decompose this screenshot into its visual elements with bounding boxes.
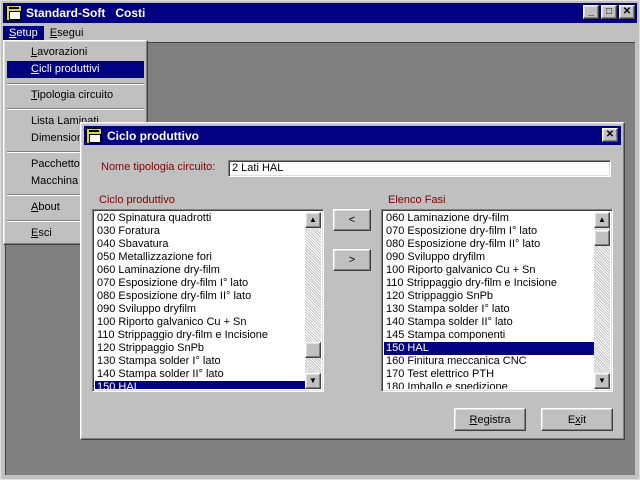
fasi-list-item[interactable]: 130 Stampa solder I° lato (384, 303, 594, 316)
fasi-list-item[interactable]: 100 Riporto galvanico Cu + Sn (384, 264, 594, 277)
scroll-down-icon[interactable]: ▼ (594, 373, 610, 389)
ciclo-list-item[interactable]: 150 HAL (95, 381, 305, 389)
fasi-list-item[interactable]: 150 HAL (384, 342, 594, 355)
ciclo-list-item[interactable]: 110 Strippaggio dry-film e Incisione (95, 329, 305, 342)
remove-phase-button[interactable]: > (333, 249, 371, 271)
elenco-fasi-header: Elenco Fasi (388, 194, 446, 206)
menu-separator (7, 83, 144, 85)
ciclo-list-item[interactable]: 020 Spinatura quadrotti (95, 212, 305, 225)
ciclo-list-item[interactable]: 070 Esposizione dry-film I° lato (95, 277, 305, 290)
menu-item-cicli-produttivi[interactable]: Cicli produttivi (7, 61, 144, 78)
fasi-list-item[interactable]: 120 Strippaggio SnPb (384, 290, 594, 303)
dialog-titlebar[interactable]: Ciclo produttivo ✕ (84, 126, 621, 145)
right-scrollbar[interactable]: ▲ ▼ (594, 212, 610, 389)
minimize-button[interactable]: _ (583, 5, 599, 19)
close-button[interactable]: ✕ (619, 5, 635, 19)
fasi-list-item[interactable]: 180 Imballo e spedizione (384, 381, 594, 389)
ciclo-list-item[interactable]: 130 Stampa solder I° lato (95, 355, 305, 368)
ciclo-list-item[interactable]: 030 Foratura (95, 225, 305, 238)
ciclo-list-item[interactable]: 080 Esposizione dry-film II° lato (95, 290, 305, 303)
menu-setup[interactable]: Setup (3, 25, 44, 40)
exit-button[interactable]: Ex it (541, 408, 613, 431)
nome-tipologia-label: Nome tipologia circuito: (101, 161, 216, 173)
ciclo-list-item[interactable]: 060 Laminazione dry-film (95, 264, 305, 277)
menu-separator (7, 108, 144, 110)
ciclo-list-item[interactable]: 050 Metallizzazione fori (95, 251, 305, 264)
fasi-list-item[interactable]: 090 Sviluppo dryfilm (384, 251, 594, 264)
scroll-up-icon[interactable]: ▲ (305, 212, 321, 228)
fasi-list-item[interactable]: 140 Stampa solder II° lato (384, 316, 594, 329)
ciclo-list-item[interactable]: 100 Riporto galvanico Cu + Sn (95, 316, 305, 329)
ciclo-list-item[interactable]: 140 Stampa solder II° lato (95, 368, 305, 381)
menu-esegui[interactable]: Esegui (44, 26, 90, 40)
main-titlebar[interactable]: Standard-Soft Costi _ □ ✕ (3, 3, 637, 23)
maximize-button[interactable]: □ (601, 5, 617, 19)
fasi-list-item[interactable]: 070 Esposizione dry-film I° lato (384, 225, 594, 238)
fasi-list-item[interactable]: 160 Finitura meccanica CNC (384, 355, 594, 368)
ciclo-produttivo-list[interactable]: 020 Spinatura quadrotti 030 Foratura 040 S… (92, 209, 324, 392)
elenco-fasi-list[interactable]: 060 Laminazione dry-film 070 Esposizione … (381, 209, 613, 392)
nome-tipologia-input[interactable]: 2 Lati HAL (228, 160, 611, 177)
registra-button[interactable]: Registra (454, 408, 526, 431)
ciclo-list-item[interactable]: 090 Sviluppo dryfilm (95, 303, 305, 316)
fasi-list-item[interactable]: 060 Laminazione dry-film (384, 212, 594, 225)
scroll-thumb[interactable] (594, 230, 610, 246)
fasi-list-item[interactable]: 170 Test elettrico PTH (384, 368, 594, 381)
menu-item-tipologia-circuito[interactable]: Tipologia circuito (7, 87, 144, 104)
scroll-up-icon[interactable]: ▲ (594, 212, 610, 228)
app-icon (6, 5, 22, 21)
menu-item-lavorazioni[interactable]: Lavorazioni (7, 44, 144, 61)
dialog-title: Ciclo produttivo (107, 128, 199, 143)
ciclo-list-item[interactable]: 040 Sbavatura (95, 238, 305, 251)
fasi-list-item[interactable]: 080 Esposizione dry-film II° lato (384, 238, 594, 251)
fasi-list-item[interactable]: 110 Strippaggio dry-film e Incisione (384, 277, 594, 290)
fasi-list-item[interactable]: 145 Stampa componenti (384, 329, 594, 342)
ciclo-list-item[interactable]: 120 Strippaggio SnPb (95, 342, 305, 355)
dialog-close-button[interactable]: ✕ (602, 128, 618, 142)
left-scrollbar[interactable]: ▲ ▼ (305, 212, 321, 389)
ciclo-produttivo-header: Ciclo produttivo (99, 194, 175, 206)
scroll-down-icon[interactable]: ▼ (305, 373, 321, 389)
add-phase-button[interactable]: < (333, 209, 371, 231)
window-title: Standard-Soft Costi (26, 6, 146, 20)
ciclo-produttivo-dialog: Ciclo produttivo ✕ Nome tipologia circui… (80, 122, 625, 440)
scroll-thumb[interactable] (305, 342, 321, 358)
dialog-icon (86, 127, 102, 144)
